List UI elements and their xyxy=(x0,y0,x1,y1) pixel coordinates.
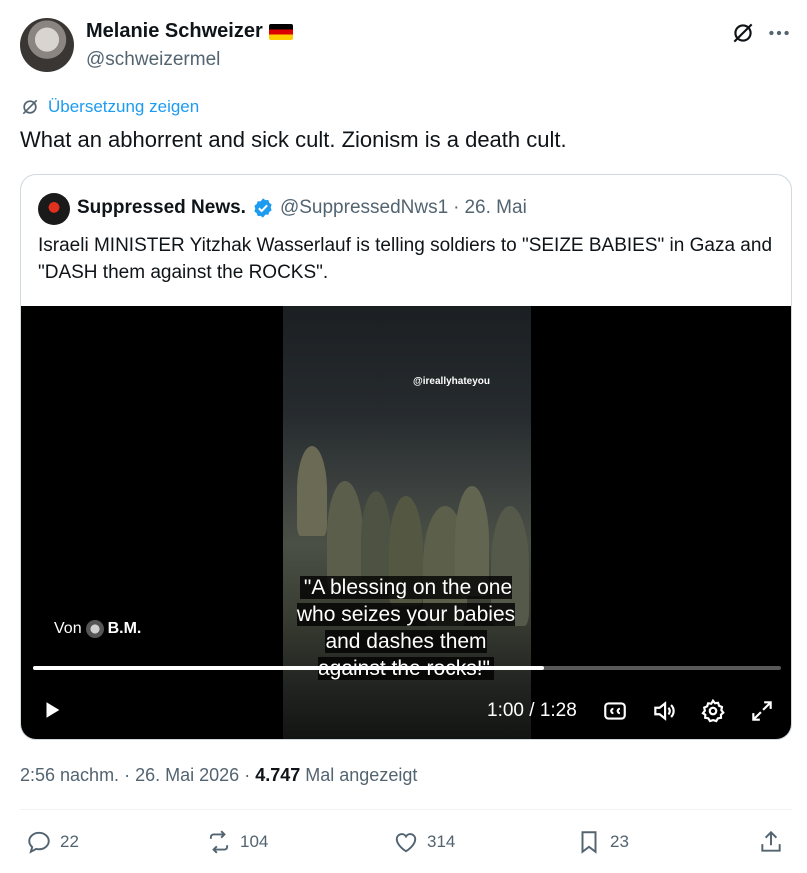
verified-badge-icon xyxy=(254,198,272,218)
quoted-tweet[interactable]: Suppressed News. @SuppressedNws1 · 26. M… xyxy=(20,174,792,740)
credit-prefix: Von xyxy=(54,620,82,637)
separator-dot: · xyxy=(453,197,460,218)
video-progress-fill xyxy=(33,666,544,670)
share-button[interactable] xyxy=(758,829,784,855)
reply-icon xyxy=(28,831,50,854)
reply-count: 22 xyxy=(60,832,79,851)
views-count: 4.747 xyxy=(255,765,301,785)
video-watermark: @ireallyhateyou xyxy=(413,376,491,387)
tweet-time[interactable]: 2:56 nachm. xyxy=(20,765,119,785)
credit-avatar xyxy=(85,620,104,638)
credit-name[interactable]: B.M. xyxy=(108,620,142,638)
views-label: Mal angezeigt xyxy=(305,765,418,785)
bookmark-button[interactable]: 23 xyxy=(576,829,629,855)
video-caption-text: "A blessing on the one who seizes your b… xyxy=(296,576,516,680)
repost-icon xyxy=(209,830,229,854)
more-options-icon[interactable] xyxy=(766,20,792,46)
play-icon[interactable] xyxy=(41,699,63,721)
quoted-author-handle[interactable]: @SuppressedNws1 xyxy=(280,197,448,219)
separator-dot: · xyxy=(244,765,251,785)
share-icon xyxy=(761,830,781,852)
video-progress-bar[interactable] xyxy=(33,666,781,670)
author-avatar[interactable] xyxy=(20,18,74,72)
show-translation-label[interactable]: Übersetzung zeigen xyxy=(48,97,199,117)
tweet-text: What an abhorrent and sick cult. Zionism… xyxy=(20,127,567,152)
like-count: 314 xyxy=(427,832,456,851)
tweet-date[interactable]: 26. Mai 2026 xyxy=(135,765,239,785)
separator-dot: · xyxy=(124,765,131,785)
heart-icon xyxy=(395,833,417,853)
repost-count: 104 xyxy=(240,832,269,851)
show-translation-link[interactable]: Übersetzung zeigen xyxy=(20,97,199,117)
bookmark-icon xyxy=(581,831,597,854)
quoted-tweet-date[interactable]: 26. Mai xyxy=(464,197,526,219)
video-credit[interactable]: Von B.M. xyxy=(54,620,141,638)
volume-icon[interactable] xyxy=(651,698,677,724)
like-button[interactable]: 314 xyxy=(393,829,455,855)
bookmark-count: 23 xyxy=(610,832,629,851)
video-player[interactable]: @ireallyhateyou "A blessing on the one w… xyxy=(21,306,791,739)
quoted-tweet-text: Israeli MINISTER Yitzhak Wasserlauf is t… xyxy=(38,235,773,283)
fullscreen-icon[interactable] xyxy=(749,698,775,724)
repost-button[interactable]: 104 xyxy=(206,829,268,855)
quoted-author-name[interactable]: Suppressed News. xyxy=(77,197,246,219)
author-handle[interactable]: @schweizermel xyxy=(86,49,220,71)
translate-icon xyxy=(22,99,38,115)
tweet-meta: 2:56 nachm. · 26. Mai 2026 · 4.747 Mal a… xyxy=(20,765,417,786)
video-time: 1:00 / 1:28 xyxy=(487,700,577,721)
author-name-row[interactable]: Melanie Schweizer xyxy=(86,20,293,43)
settings-gear-icon[interactable] xyxy=(700,698,726,724)
reply-button[interactable]: 22 xyxy=(26,829,79,855)
germany-flag-icon xyxy=(268,23,293,40)
closed-captions-icon[interactable] xyxy=(602,698,628,724)
author-name[interactable]: Melanie Schweizer xyxy=(86,20,263,43)
quoted-tweet-header: Suppressed News. @SuppressedNws1 · 26. M… xyxy=(77,197,527,219)
divider xyxy=(20,809,792,810)
grok-icon[interactable] xyxy=(730,20,756,46)
quoted-author-avatar[interactable] xyxy=(38,193,70,225)
